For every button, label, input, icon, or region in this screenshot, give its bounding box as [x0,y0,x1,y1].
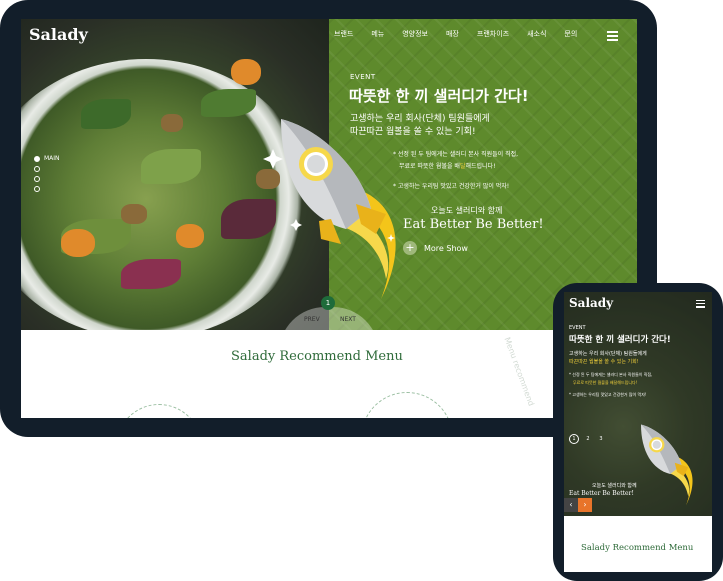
nav-item-brand[interactable]: 브랜드 [334,29,353,39]
event-tagline: 오늘도 샐러디와 함께 [592,483,637,489]
slide-number[interactable]: 1 [569,434,579,444]
event-note: * 고생하는 우리팀 맛있고 건강한거 많이 먹자! [569,392,647,397]
orange-slice [231,59,261,85]
event-title: 따뜻한 한 끼 샐러디가 간다! [349,87,529,105]
event-note: 무료로 따뜻한 웜볼을 배달해드립니다! [399,163,496,170]
nav-item-franchise[interactable]: 프랜차이즈 [477,29,509,39]
salad-leaf [201,89,256,117]
more-show-label: More Show [424,243,468,253]
event-tag: EVENT [569,325,586,331]
hamburger-menu-icon[interactable] [607,31,618,43]
main-nav: 브랜드 메뉴 영양정보 매장 프랜차이즈 새소식 문의 [334,29,595,39]
prev-button[interactable]: PREV [304,316,320,323]
hero-section: Salady 브랜드 메뉴 영양정보 매장 프랜차이즈 새소식 문의 MAIN [21,19,637,330]
event-subtitle: 따끈따끈 웜볼을 쏠 수 있는 기회! [350,127,476,137]
walnut [121,204,147,224]
phone-hero: Salady EVENT 따뜻한 한 끼 샐러디가 간다! 고생하는 우리 회사… [564,292,712,516]
site-logo[interactable]: Salady [29,25,88,44]
event-subtitle: 고생하는 우리 회사(단체) 팀원들에게 [350,114,490,124]
recommend-title: Salady Recommend Menu [231,349,403,364]
nav-item-news[interactable]: 새소식 [527,29,546,39]
slide-number[interactable]: 3 [597,435,605,443]
recommend-title: Salady Recommend Menu [581,543,694,553]
plus-icon: + [403,241,417,255]
nav-item-store[interactable]: 매장 [446,29,459,39]
rocket-illustration [263,119,396,299]
menu-ring [116,404,202,418]
salad-leaf [81,99,131,129]
rocket-illustration [641,424,693,506]
slide-number[interactable]: 2 [584,435,592,443]
orange-slice [176,224,204,248]
event-title: 따뜻한 한 끼 샐러디가 간다! [569,335,671,345]
event-slogan: Eat Better Be Better! [569,490,634,497]
more-show-button[interactable]: + More Show [403,241,468,255]
hamburger-menu-icon[interactable] [696,300,705,310]
next-button[interactable]: NEXT [340,316,356,323]
event-tag: EVENT [350,73,376,81]
event-note: * 선정 된 두 팀에게는 샐러디 본사 직원들이 직접, [569,372,653,377]
phone-recommend-section: Salady Recommend Menu [564,516,712,572]
event-note: 무료로 따뜻한 웜볼을 배달해드립니다! [573,380,638,385]
phone-frame: Salady EVENT 따뜻한 한 끼 샐러디가 간다! 고생하는 우리 회사… [553,283,723,581]
tablet-screen: Salady 브랜드 메뉴 영양정보 매장 프랜차이즈 새소식 문의 MAIN [21,19,637,418]
event-tagline: 오늘도 샐러디와 함께 [431,206,503,215]
menu-ring [361,392,453,418]
phone-slide-indicator: 1 2 3 [569,434,605,444]
phone-screen: Salady EVENT 따뜻한 한 끼 샐러디가 간다! 고생하는 우리 회사… [564,292,712,572]
slide-indicator: MAIN [34,155,60,196]
next-arrow-button[interactable]: › [578,498,592,512]
pager-number: 1 [321,296,335,310]
slide-dot[interactable] [34,166,40,172]
slide-dot[interactable] [34,186,40,192]
slide-dot-label: MAIN [44,155,60,162]
event-note: * 선정 된 두 팀에게는 샐러디 본사 직원들이 직접, [393,151,519,158]
orange-slice [61,229,95,257]
decorative-vertical-text: Menu recommend [502,336,536,408]
salad-leaf [121,259,181,289]
nav-item-nutrition[interactable]: 영양정보 [402,29,428,39]
salad-leaf [141,149,201,184]
event-subtitle: 따끈따끈 웜볼을 쏠 수 있는 기회! [569,359,639,365]
phone-logo[interactable]: Salady [569,296,613,310]
slide-dot[interactable] [34,155,40,162]
recommend-section: Salady Recommend Menu Menu recommend [21,330,637,418]
event-subtitle: 고생하는 우리 회사(단체) 팀원들에게 [569,351,647,357]
walnut [161,114,183,132]
event-note: * 고생하는 우리팀 맛있고 건강한거 많이 먹자! [393,183,510,190]
slide-dot[interactable] [34,176,40,182]
nav-item-contact[interactable]: 문의 [564,29,577,39]
nav-item-menu[interactable]: 메뉴 [371,29,384,39]
event-slogan: Eat Better Be Better! [403,217,544,232]
prev-arrow-button[interactable]: ‹ [564,498,578,512]
